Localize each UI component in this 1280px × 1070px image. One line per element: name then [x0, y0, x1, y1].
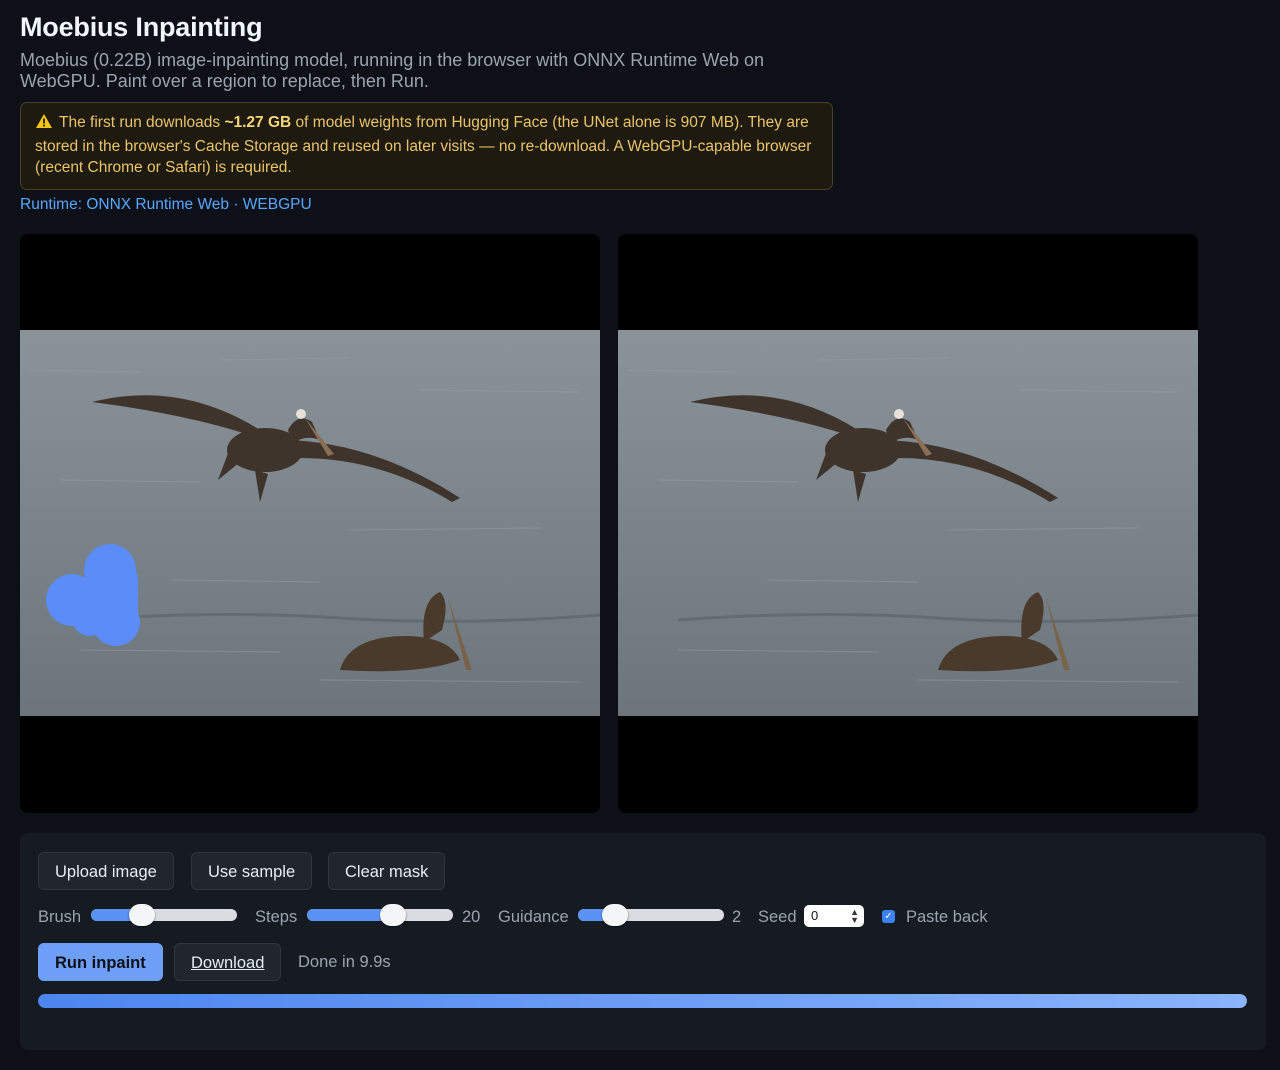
progress-bar [38, 994, 1247, 1008]
controls-panel: Upload image Use sample Clear mask Brush… [20, 833, 1266, 1050]
guidance-slider[interactable] [578, 904, 724, 926]
steps-slider-thumb[interactable] [380, 904, 407, 926]
seed-stepper-icon[interactable]: ▲ ▼ [850, 908, 859, 925]
guidance-slider-thumb[interactable] [601, 904, 628, 926]
download-button[interactable]: Download [174, 943, 282, 981]
brush-label: Brush [38, 908, 82, 926]
output-canvas [618, 234, 1198, 813]
upload-image-button[interactable]: Upload image [38, 852, 174, 890]
warning-icon [35, 113, 55, 136]
page-subtitle: Moebius (0.22B) image-inpainting model, … [20, 50, 765, 91]
guidance-label: Guidance [498, 908, 569, 926]
steps-label: Steps [255, 908, 298, 926]
status-text: Done in 9.9s [298, 953, 391, 971]
steps-slider[interactable] [307, 904, 453, 926]
output-image [618, 330, 1198, 716]
seed-input[interactable]: 0 ▲ ▼ [804, 905, 864, 927]
brush-slider-thumb[interactable] [129, 904, 156, 926]
warning-size: ~1.27 GB [224, 114, 292, 131]
input-image [20, 330, 600, 716]
input-canvas[interactable] [20, 234, 600, 813]
seed-label: Seed [758, 908, 797, 926]
guidance-value: 2 [732, 908, 742, 926]
brush-slider[interactable] [91, 904, 237, 926]
use-sample-button[interactable]: Use sample [191, 852, 313, 890]
clear-mask-button[interactable]: Clear mask [328, 852, 446, 890]
seed-value: 0 [811, 908, 819, 923]
paste-back-checkbox[interactable]: ✓ [882, 910, 895, 923]
paste-back-label[interactable]: Paste back [906, 908, 988, 927]
progress-bar-fill [38, 994, 1247, 1008]
page-title: Moebius Inpainting [20, 12, 263, 42]
runtime-info: Runtime: ONNX Runtime Web · WEBGPU [20, 196, 312, 213]
steps-value: 20 [462, 908, 481, 926]
warning-text-before: The first run downloads [59, 114, 221, 131]
run-inpaint-button[interactable]: Run inpaint [38, 943, 163, 981]
download-warning: The first run downloads ~1.27 GB of mode… [20, 102, 833, 190]
